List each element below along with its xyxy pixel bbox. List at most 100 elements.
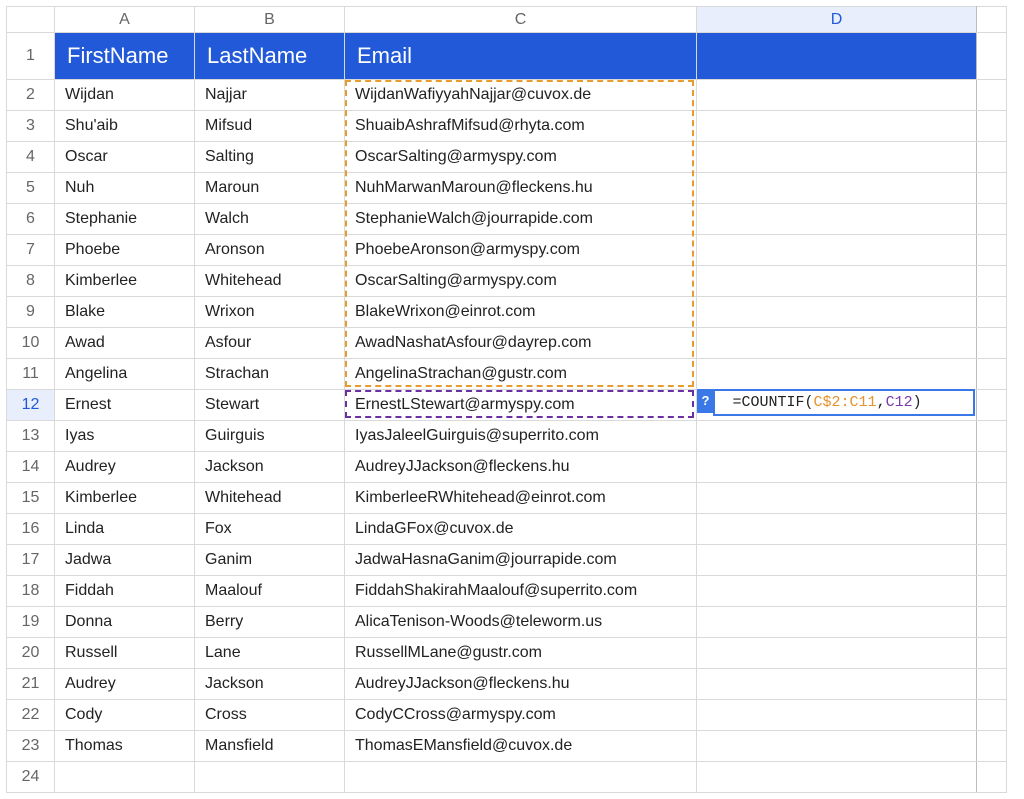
cell-a2[interactable]: Wijdan: [55, 80, 195, 111]
cell-blank[interactable]: [977, 235, 1007, 266]
cell-d8[interactable]: [697, 266, 977, 297]
cell-d5[interactable]: [697, 173, 977, 204]
cell-a17[interactable]: Jadwa: [55, 545, 195, 576]
cell-c16[interactable]: LindaGFox@cuvox.de: [345, 514, 697, 545]
cell-c11[interactable]: AngelinaStrachan@gustr.com: [345, 359, 697, 390]
cell-d4[interactable]: [697, 142, 977, 173]
row-header[interactable]: 5: [7, 173, 55, 204]
cell-blank[interactable]: [977, 607, 1007, 638]
row-header[interactable]: 20: [7, 638, 55, 669]
header-cell-a[interactable]: FirstName: [55, 33, 195, 80]
cell-a20[interactable]: Russell: [55, 638, 195, 669]
column-header-b[interactable]: B: [195, 7, 345, 33]
cell-d22[interactable]: [697, 700, 977, 731]
cell-b9[interactable]: Wrixon: [195, 297, 345, 328]
row-header[interactable]: 14: [7, 452, 55, 483]
cell-blank[interactable]: [977, 700, 1007, 731]
cell-blank[interactable]: [977, 514, 1007, 545]
cell-blank[interactable]: [977, 390, 1007, 421]
cell-c7[interactable]: PhoebeAronson@armyspy.com: [345, 235, 697, 266]
cell-blank[interactable]: [977, 328, 1007, 359]
cell-c20[interactable]: RussellMLane@gustr.com: [345, 638, 697, 669]
row-header[interactable]: 3: [7, 111, 55, 142]
cell-d16[interactable]: [697, 514, 977, 545]
cell-c19[interactable]: AlicaTenison-Woods@teleworm.us: [345, 607, 697, 638]
cell-d11[interactable]: [697, 359, 977, 390]
row-header[interactable]: 11: [7, 359, 55, 390]
cell-c6[interactable]: StephanieWalch@jourrapide.com: [345, 204, 697, 235]
cell-c17[interactable]: JadwaHasnaGanim@jourrapide.com: [345, 545, 697, 576]
cell-d19[interactable]: [697, 607, 977, 638]
formula-editor[interactable]: ? =COUNTIF(C$2:C11,C12): [713, 389, 975, 416]
cell-d1[interactable]: [697, 33, 977, 80]
cell-b12[interactable]: Stewart: [195, 390, 345, 421]
cell-blank[interactable]: [977, 33, 1007, 80]
cell-c10[interactable]: AwadNashatAsfour@dayrep.com: [345, 328, 697, 359]
row-header[interactable]: 13: [7, 421, 55, 452]
cell-b4[interactable]: Salting: [195, 142, 345, 173]
column-header-a[interactable]: A: [55, 7, 195, 33]
cell-b19[interactable]: Berry: [195, 607, 345, 638]
row-header[interactable]: 12: [7, 390, 55, 421]
row-header[interactable]: 1: [7, 33, 55, 80]
cell-c3[interactable]: ShuaibAshrafMifsud@rhyta.com: [345, 111, 697, 142]
cell-b18[interactable]: Maalouf: [195, 576, 345, 607]
cell-b13[interactable]: Guirguis: [195, 421, 345, 452]
cell-c9[interactable]: BlakeWrixon@einrot.com: [345, 297, 697, 328]
cell-a15[interactable]: Kimberlee: [55, 483, 195, 514]
cell-d21[interactable]: [697, 669, 977, 700]
cell-c12[interactable]: ErnestLStewart@armyspy.com: [345, 390, 697, 421]
cell-a11[interactable]: Angelina: [55, 359, 195, 390]
cell-a3[interactable]: Shu'aib: [55, 111, 195, 142]
cell-a12[interactable]: Ernest: [55, 390, 195, 421]
cell-blank[interactable]: [977, 204, 1007, 235]
cell-c15[interactable]: KimberleeRWhitehead@einrot.com: [345, 483, 697, 514]
select-all-corner[interactable]: [7, 7, 55, 33]
cell-d18[interactable]: [697, 576, 977, 607]
cell-d6[interactable]: [697, 204, 977, 235]
cell-blank[interactable]: [977, 173, 1007, 204]
cell-a10[interactable]: Awad: [55, 328, 195, 359]
cell-d10[interactable]: [697, 328, 977, 359]
cell-b7[interactable]: Aronson: [195, 235, 345, 266]
cell-d13[interactable]: [697, 421, 977, 452]
cell-a4[interactable]: Oscar: [55, 142, 195, 173]
row-header[interactable]: 15: [7, 483, 55, 514]
header-cell-b[interactable]: LastName: [195, 33, 345, 80]
cell-b14[interactable]: Jackson: [195, 452, 345, 483]
row-header[interactable]: 7: [7, 235, 55, 266]
row-header[interactable]: 10: [7, 328, 55, 359]
cell-a24[interactable]: [55, 762, 195, 793]
cell-blank[interactable]: [977, 421, 1007, 452]
formula-help-icon[interactable]: ?: [697, 389, 715, 413]
cell-a7[interactable]: Phoebe: [55, 235, 195, 266]
cell-a8[interactable]: Kimberlee: [55, 266, 195, 297]
cell-blank[interactable]: [977, 359, 1007, 390]
cell-c18[interactable]: FiddahShakirahMaalouf@superrito.com: [345, 576, 697, 607]
cell-b3[interactable]: Mifsud: [195, 111, 345, 142]
cell-b23[interactable]: Mansfield: [195, 731, 345, 762]
cell-a14[interactable]: Audrey: [55, 452, 195, 483]
cell-c21[interactable]: AudreyJJackson@fleckens.hu: [345, 669, 697, 700]
column-header-c[interactable]: C: [345, 7, 697, 33]
header-cell-c[interactable]: Email: [345, 33, 697, 80]
row-header[interactable]: 18: [7, 576, 55, 607]
row-header[interactable]: 9: [7, 297, 55, 328]
cell-blank[interactable]: [977, 266, 1007, 297]
cell-b15[interactable]: Whitehead: [195, 483, 345, 514]
cell-d7[interactable]: [697, 235, 977, 266]
cell-a6[interactable]: Stephanie: [55, 204, 195, 235]
column-header-d[interactable]: D: [697, 7, 977, 33]
cell-b20[interactable]: Lane: [195, 638, 345, 669]
row-header[interactable]: 21: [7, 669, 55, 700]
cell-b24[interactable]: [195, 762, 345, 793]
cell-blank[interactable]: [977, 576, 1007, 607]
cell-d20[interactable]: [697, 638, 977, 669]
cell-blank[interactable]: [977, 669, 1007, 700]
cell-c14[interactable]: AudreyJJackson@fleckens.hu: [345, 452, 697, 483]
cell-b6[interactable]: Walch: [195, 204, 345, 235]
cell-b2[interactable]: Najjar: [195, 80, 345, 111]
row-header[interactable]: 16: [7, 514, 55, 545]
spreadsheet[interactable]: A B C D 1FirstNameLastNameEmail2WijdanNa…: [0, 0, 1024, 799]
cell-c22[interactable]: CodyCCross@armyspy.com: [345, 700, 697, 731]
